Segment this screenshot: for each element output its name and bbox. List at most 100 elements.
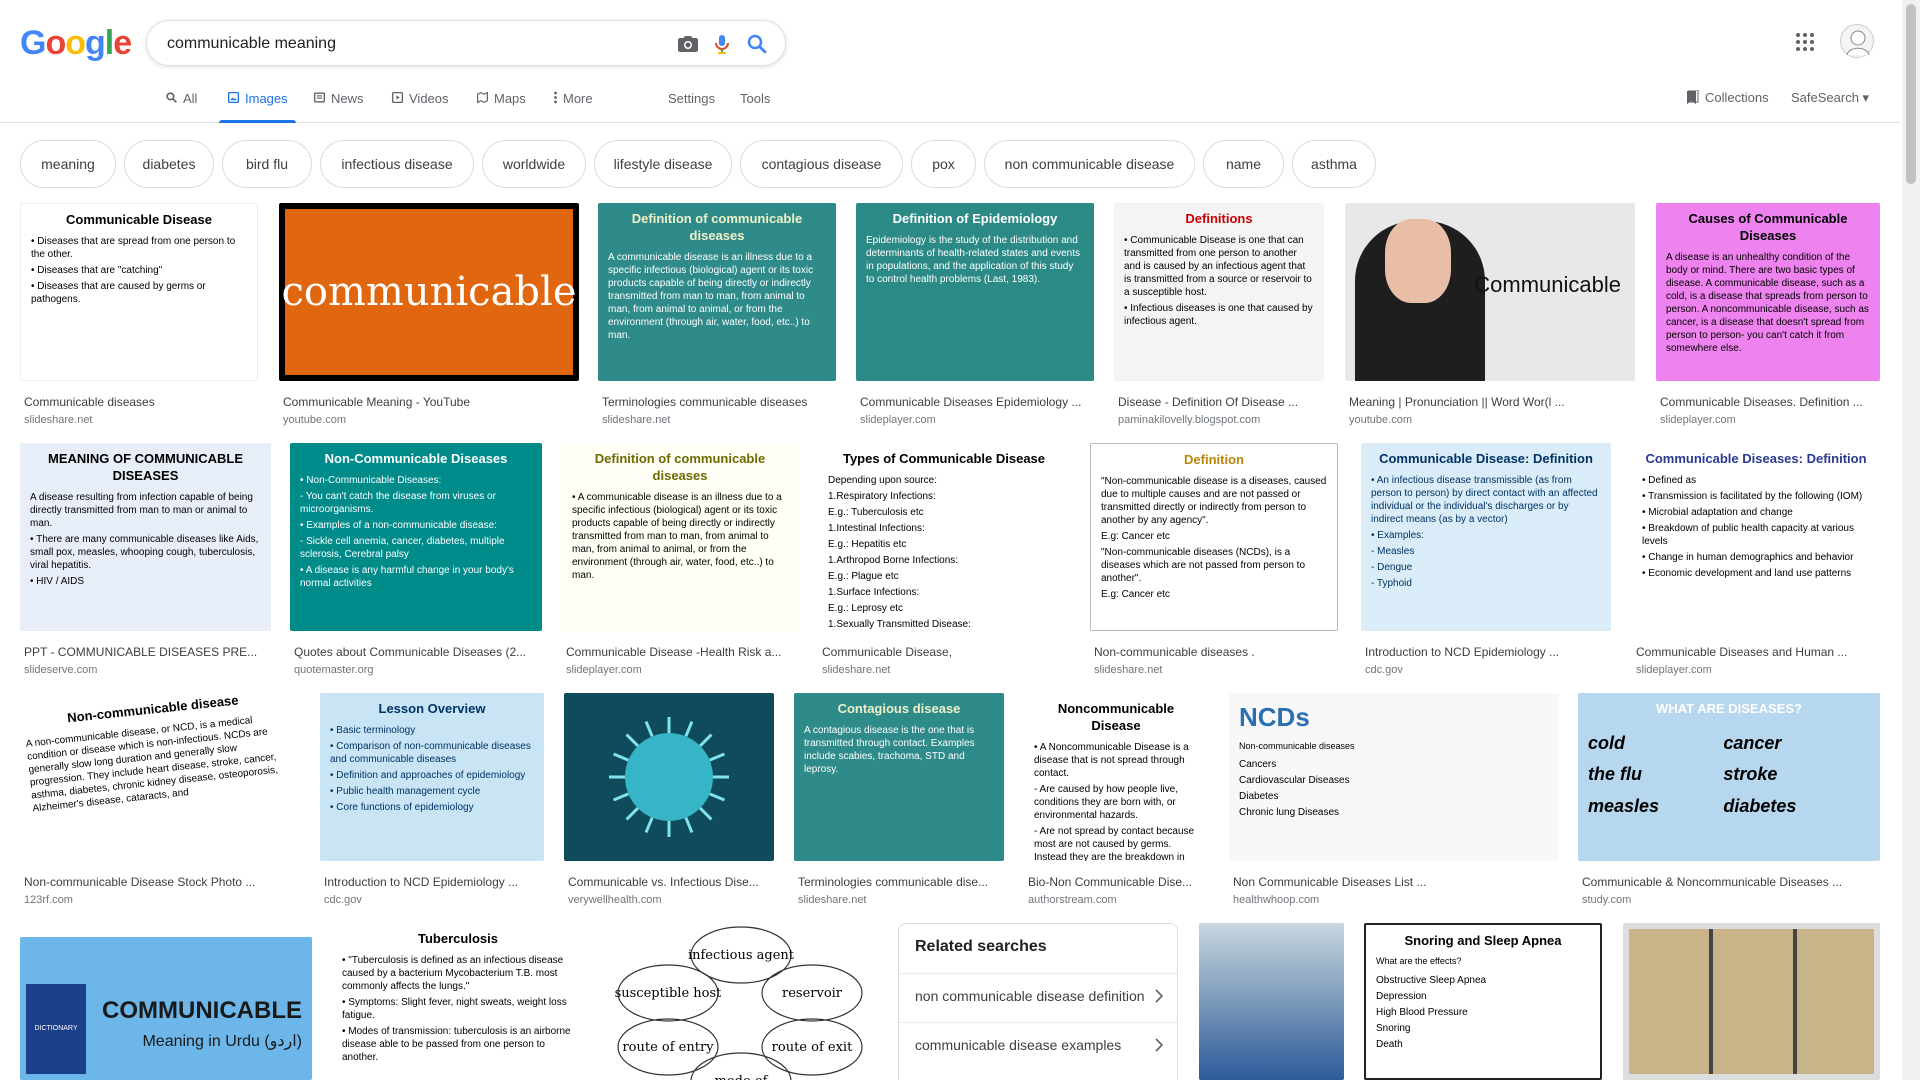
tab-news[interactable]: News bbox=[313, 88, 364, 123]
camera-icon[interactable] bbox=[676, 32, 700, 56]
result-title[interactable]: Communicable Disease, bbox=[822, 645, 1066, 659]
result-source[interactable]: paminakilovelly.blogspot.com bbox=[1118, 414, 1260, 426]
chip[interactable]: pox bbox=[911, 140, 976, 188]
chip[interactable]: diabetes bbox=[124, 140, 214, 188]
tab-all[interactable]: All bbox=[165, 88, 197, 123]
result-source[interactable]: slideplayer.com bbox=[860, 414, 936, 426]
result-source[interactable]: cdc.gov bbox=[324, 894, 362, 906]
result-title[interactable]: Communicable Diseases and Human ... bbox=[1636, 645, 1876, 659]
microphone-icon[interactable] bbox=[710, 32, 734, 56]
result-thumbnail[interactable]: Definition of communicable diseases A com… bbox=[598, 203, 836, 381]
result-title[interactable]: Communicable diseases bbox=[24, 395, 254, 409]
result-source[interactable]: quotemaster.org bbox=[294, 664, 374, 676]
related-search-item[interactable]: non communicable disease definition bbox=[899, 973, 1177, 1021]
tab-maps[interactable]: Maps bbox=[476, 88, 526, 123]
result-source[interactable]: slideshare.net bbox=[602, 414, 671, 426]
result-title[interactable]: PPT - COMMUNICABLE DISEASES PRE... bbox=[24, 645, 267, 659]
result-thumbnail[interactable]: Definition "Non-communicable disease is a… bbox=[1090, 443, 1338, 631]
page-scrollbar[interactable] bbox=[1902, 0, 1920, 1080]
result-source[interactable]: verywellhealth.com bbox=[568, 894, 662, 906]
result-thumbnail[interactable]: Snoring and Sleep Apnea What are the effe… bbox=[1364, 923, 1602, 1080]
result-title[interactable]: Communicable Diseases. Definition ... bbox=[1660, 395, 1876, 409]
google-logo[interactable]: Google bbox=[20, 24, 132, 63]
tools-link[interactable]: Tools bbox=[740, 91, 770, 106]
settings-link[interactable]: Settings bbox=[668, 91, 715, 106]
result-title[interactable]: Communicable Diseases Epidemiology ... bbox=[860, 395, 1090, 409]
result-thumbnail[interactable]: Communicable Diseases: Definition • Defin… bbox=[1632, 443, 1880, 631]
chip[interactable]: asthma bbox=[1292, 140, 1376, 188]
chip[interactable]: name bbox=[1203, 140, 1284, 188]
result-source[interactable]: slideshare.net bbox=[798, 894, 867, 906]
result-title[interactable]: Bio-Non Communicable Dise... bbox=[1028, 875, 1204, 889]
chip[interactable]: infectious disease bbox=[320, 140, 474, 188]
result-thumbnail[interactable]: Contagious disease A contagious disease i… bbox=[794, 693, 1004, 861]
tab-images[interactable]: Images bbox=[219, 88, 296, 123]
result-thumbnail[interactable]: Definition of communicable diseases • A c… bbox=[562, 443, 798, 631]
collections-link[interactable]: Collections bbox=[1686, 90, 1769, 105]
result-thumbnail[interactable]: Types of Communicable Disease Depending u… bbox=[818, 443, 1070, 631]
chip[interactable]: meaning bbox=[20, 140, 116, 188]
result-thumbnail[interactable] bbox=[564, 693, 774, 861]
search-box[interactable] bbox=[146, 20, 786, 66]
result-thumbnail[interactable]: infectious agent susceptible host reservoi… bbox=[604, 923, 878, 1080]
result-thumbnail[interactable] bbox=[1623, 923, 1880, 1080]
result-title[interactable]: Introduction to NCD Epidemiology ... bbox=[1365, 645, 1607, 659]
result-source[interactable]: authorstream.com bbox=[1028, 894, 1117, 906]
result-title[interactable]: Non-communicable diseases . bbox=[1094, 645, 1334, 659]
result-source[interactable]: slideplayer.com bbox=[1660, 414, 1736, 426]
result-thumbnail[interactable]: Noncommunicable Disease • A Noncommunicab… bbox=[1024, 693, 1208, 861]
result-thumbnail[interactable]: Lesson Overview • Basic terminology • Comp… bbox=[320, 693, 544, 861]
result-thumbnail[interactable] bbox=[1199, 923, 1344, 1080]
result-thumbnail[interactable]: Communicable Disease • Diseases that are … bbox=[20, 203, 258, 381]
result-thumbnail[interactable]: WHAT ARE DISEASES? cold cancer the flu strok… bbox=[1578, 693, 1880, 861]
account-avatar[interactable] bbox=[1840, 24, 1874, 58]
chip[interactable]: worldwide bbox=[482, 140, 586, 188]
search-input[interactable] bbox=[167, 33, 637, 55]
result-thumbnail[interactable]: Tuberculosis • "Tuberculosis is defined a… bbox=[332, 923, 584, 1080]
result-title[interactable]: Disease - Definition Of Disease ... bbox=[1118, 395, 1320, 409]
result-thumbnail[interactable]: Non-Communicable Diseases • Non-Communica… bbox=[290, 443, 542, 631]
result-source[interactable]: slideshare.net bbox=[1094, 664, 1163, 676]
scrollbar-thumb[interactable] bbox=[1906, 4, 1916, 184]
chip[interactable]: non communicable disease bbox=[984, 140, 1195, 188]
safesearch-menu[interactable]: SafeSearch ▾ bbox=[1791, 90, 1869, 106]
result-thumbnail[interactable]: Causes of Communicable Diseases A disease… bbox=[1656, 203, 1880, 381]
result-title[interactable]: Introduction to NCD Epidemiology ... bbox=[324, 875, 540, 889]
result-source[interactable]: slideshare.net bbox=[24, 414, 93, 426]
result-source[interactable]: healthwhoop.com bbox=[1233, 894, 1319, 906]
tab-more[interactable]: More bbox=[553, 88, 593, 123]
result-source[interactable]: slideshare.net bbox=[822, 664, 891, 676]
result-source[interactable]: youtube.com bbox=[1349, 414, 1412, 426]
result-source[interactable]: cdc.gov bbox=[1365, 664, 1403, 676]
result-title[interactable]: Communicable Meaning - YouTube bbox=[283, 395, 575, 409]
result-title[interactable]: Meaning | Pronunciation || Word Wor(l ..… bbox=[1349, 395, 1631, 409]
result-title[interactable]: Non-communicable Disease Stock Photo ... bbox=[24, 875, 296, 889]
result-source[interactable]: study.com bbox=[1582, 894, 1631, 906]
tab-videos[interactable]: Videos bbox=[391, 88, 449, 123]
result-title[interactable]: Non Communicable Diseases List ... bbox=[1233, 875, 1555, 889]
result-thumbnail[interactable]: communicable bbox=[279, 203, 579, 381]
chip[interactable]: contagious disease bbox=[740, 140, 903, 188]
chip[interactable]: lifestyle disease bbox=[594, 140, 732, 188]
result-title[interactable]: Terminologies communicable dise... bbox=[798, 875, 1000, 889]
result-thumbnail[interactable]: COMMUNICABLE Meaning in Urdu (اردو) DICTIO… bbox=[20, 937, 312, 1080]
result-source[interactable]: slideplayer.com bbox=[566, 664, 642, 676]
result-title[interactable]: Communicable Disease -Health Risk a... bbox=[566, 645, 794, 659]
result-thumbnail[interactable]: Definition of Epidemiology Epidemiology i… bbox=[856, 203, 1094, 381]
result-thumbnail[interactable]: MEANING OF COMMUNICABLE DISEASES A diseas… bbox=[20, 443, 271, 631]
search-icon[interactable] bbox=[745, 32, 769, 56]
result-thumbnail[interactable]: Definitions • Communicable Disease is one… bbox=[1114, 203, 1324, 381]
related-search-item[interactable]: communicable disease examples bbox=[899, 1022, 1177, 1070]
result-source[interactable]: youtube.com bbox=[283, 414, 346, 426]
result-source[interactable]: 123rf.com bbox=[24, 894, 73, 906]
result-title[interactable]: Communicable vs. Infectious Dise... bbox=[568, 875, 770, 889]
result-thumbnail[interactable]: Communicable Disease: Definition • An inf… bbox=[1361, 443, 1611, 631]
apps-grid-icon[interactable] bbox=[1795, 32, 1815, 52]
result-thumbnail[interactable]: NCDs Non-communicable diseases Cancers Card… bbox=[1229, 693, 1559, 861]
result-source[interactable]: slideserve.com bbox=[24, 664, 97, 676]
result-title[interactable]: Quotes about Communicable Diseases (2... bbox=[294, 645, 538, 659]
result-title[interactable]: Communicable & Noncommunicable Diseases … bbox=[1582, 875, 1876, 889]
result-source[interactable]: slideplayer.com bbox=[1636, 664, 1712, 676]
result-thumbnail[interactable]: Communicable bbox=[1345, 203, 1635, 381]
result-thumbnail[interactable]: Non-communicable disease A non-communicab… bbox=[20, 693, 300, 861]
